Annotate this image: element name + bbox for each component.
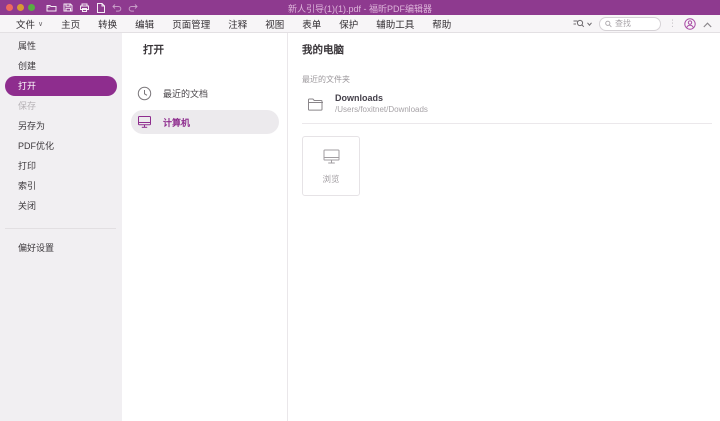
browse-label: 浏览 [322, 173, 339, 185]
open-panel: 打开 最近的文档 计算机 [122, 33, 288, 421]
menu-comment[interactable]: 注释 [219, 17, 256, 31]
find-replace-button[interactable] [573, 18, 592, 29]
menu-form[interactable]: 表单 [293, 17, 330, 31]
sidebar-item-save: 保存 [0, 96, 122, 116]
window-title: 新人引导(1)(1).pdf - 福昕PDF编辑器 [0, 2, 720, 15]
menu-page-organize[interactable]: 页面管理 [163, 17, 219, 31]
recent-folders-label: 最近的文件夹 [302, 74, 712, 85]
list-item-label: 最近的文档 [163, 87, 208, 100]
sidebar-item-preferences[interactable]: 偏好设置 [0, 238, 122, 258]
chevron-up-icon [703, 22, 712, 28]
folder-info: Downloads /Users/foxitnet/Downloads [335, 93, 428, 115]
my-computer-panel: 我的电脑 最近的文件夹 Downloads /Users/foxitnet/Do… [288, 33, 720, 421]
sidebar-divider [5, 228, 116, 229]
menu-accessibility[interactable]: 辅助工具 [367, 17, 423, 31]
menu-convert[interactable]: 转换 [89, 17, 126, 31]
open-location-list: 最近的文档 计算机 [122, 81, 287, 134]
titlebar: 新人引导(1)(1).pdf - 福昕PDF编辑器 [0, 0, 720, 15]
find-replace-icon [573, 18, 585, 29]
sidebar-item-close[interactable]: 关闭 [0, 196, 122, 216]
my-computer-title: 我的电脑 [302, 42, 712, 57]
recent-folder-row[interactable]: Downloads /Users/foxitnet/Downloads [302, 91, 712, 124]
search-icon [605, 20, 612, 28]
file-sidebar: 属性 创建 打开 保存 另存为 PDF优化 打印 索引 关闭 偏好设置 [0, 33, 122, 421]
monitor-icon [322, 148, 341, 165]
menu-home[interactable]: 主页 [52, 17, 89, 31]
folder-name: Downloads [335, 93, 428, 105]
sidebar-item-create[interactable]: 创建 [0, 56, 122, 76]
menubar-right-tools: ⋮ [573, 15, 712, 33]
search-input[interactable] [615, 19, 655, 28]
more-dots-icon[interactable]: ⋮ [668, 19, 677, 28]
list-item-recent-documents[interactable]: 最近的文档 [131, 81, 279, 105]
chevron-down-icon: ∨ [38, 20, 43, 28]
app-window: 新人引导(1)(1).pdf - 福昕PDF编辑器 文件∨ 主页 转换 编辑 页… [0, 0, 720, 421]
list-item-label: 计算机 [163, 116, 190, 129]
menu-edit[interactable]: 编辑 [126, 17, 163, 31]
backstage-view: 属性 创建 打开 保存 另存为 PDF优化 打印 索引 关闭 偏好设置 打开 最… [0, 33, 720, 421]
open-panel-title: 打开 [122, 42, 287, 57]
menu-view[interactable]: 视图 [256, 17, 293, 31]
clock-icon [137, 86, 152, 101]
collapse-toolbar-button[interactable] [703, 15, 712, 33]
menu-protect[interactable]: 保护 [330, 17, 367, 31]
menubar: 文件∨ 主页 转换 编辑 页面管理 注释 视图 表单 保护 辅助工具 帮助 ⋮ [0, 15, 720, 33]
menu-help[interactable]: 帮助 [423, 17, 460, 31]
menu-file[interactable]: 文件∨ [7, 17, 52, 31]
sidebar-item-print[interactable]: 打印 [0, 156, 122, 176]
browse-button[interactable]: 浏览 [302, 136, 360, 196]
list-item-computer[interactable]: 计算机 [131, 110, 279, 134]
caret-down-icon [587, 22, 592, 26]
sidebar-item-pdf-optimize[interactable]: PDF优化 [0, 136, 122, 156]
folder-icon [307, 97, 324, 112]
folder-path: /Users/foxitnet/Downloads [335, 105, 428, 115]
find-search-field[interactable] [599, 17, 661, 31]
account-icon [684, 18, 696, 30]
sidebar-item-save-as[interactable]: 另存为 [0, 116, 122, 136]
sidebar-item-index[interactable]: 索引 [0, 176, 122, 196]
sidebar-item-open[interactable]: 打开 [5, 76, 117, 96]
account-button[interactable] [684, 18, 696, 30]
sidebar-item-properties[interactable]: 属性 [0, 36, 122, 56]
computer-icon [137, 115, 152, 129]
